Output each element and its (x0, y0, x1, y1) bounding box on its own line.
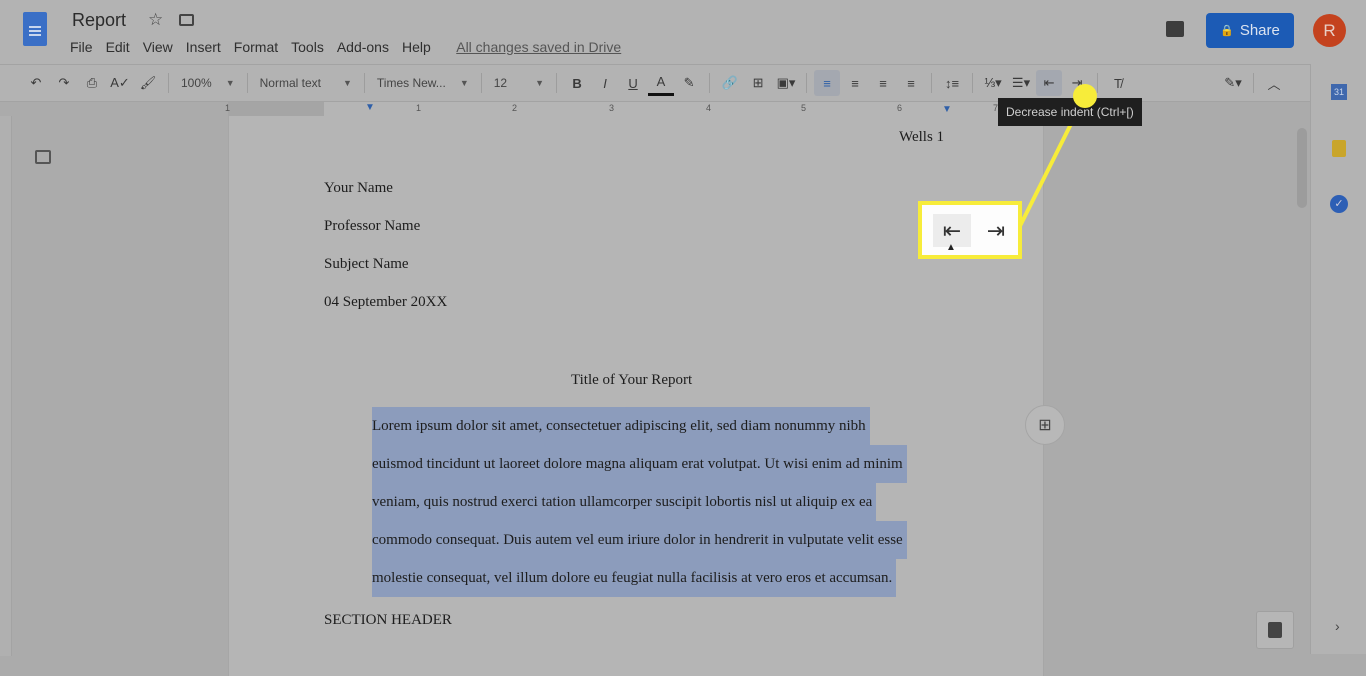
callout-pointer-line (1018, 95, 1087, 227)
callout-pointer-dot (1073, 84, 1097, 108)
tooltip: Decrease indent (Ctrl+[) (998, 98, 1142, 126)
